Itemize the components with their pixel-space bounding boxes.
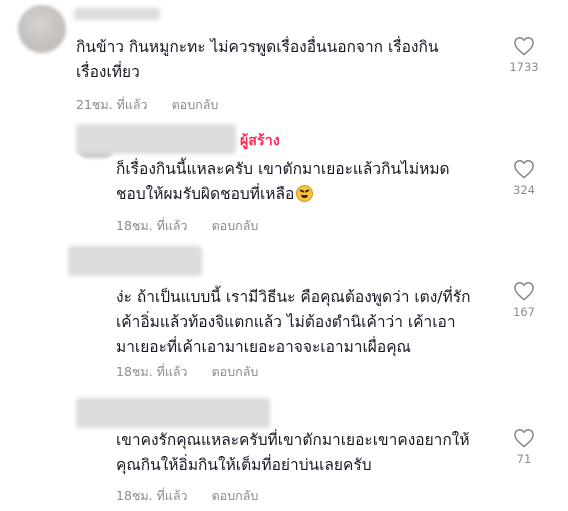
reply-button[interactable]: ตอบกลับ xyxy=(172,95,219,115)
comment-timestamp: 18ชม. ที่แล้ว xyxy=(116,218,188,233)
comment-list: กินข้าว กินหมูกะทะ ไม่ควรพูดเรื่องอื่นนอ… xyxy=(0,0,568,511)
heart-outline-icon xyxy=(514,37,534,56)
like-button[interactable]: 324 xyxy=(504,159,544,197)
reply-button[interactable]: ตอบกลับ xyxy=(212,362,259,382)
like-count: 324 xyxy=(513,183,535,197)
comment-meta: 21ชม. ที่แล้ว ตอบกลับ xyxy=(76,95,218,115)
like-count: 167 xyxy=(513,305,535,319)
avatar[interactable] xyxy=(18,5,66,53)
comment-text: ง่ะ ถ้าเป็นแบบนี้ เรามีวิธีนะ คือคุณต้อง… xyxy=(116,288,471,356)
reply-button[interactable]: ตอบกลับ xyxy=(212,486,259,506)
like-count: 1733 xyxy=(509,60,539,74)
comment-meta: 18ชม. ที่แล้ว ตอบกลับ xyxy=(116,486,258,506)
comment-text: ก็เรื่องกินนี้แหละครับ เขาตักมาเยอะแล้วก… xyxy=(116,157,506,207)
comment-timestamp: 21ชม. ที่แล้ว xyxy=(76,97,148,112)
username-blurred[interactable] xyxy=(76,398,270,428)
username-blurred[interactable] xyxy=(76,124,236,154)
comment-text: กินข้าว กินหมูกะทะ ไม่ควรพูดเรื่องอื่นนอ… xyxy=(76,38,439,81)
comment-timestamp: 18ชม. ที่แล้ว xyxy=(116,488,188,503)
heart-outline-icon xyxy=(514,282,534,301)
comment-item: ผู้สร้าง ก็เรื่องกินนี้แหละครับ เขาตักมา… xyxy=(0,120,568,240)
comment-meta: 18ชม. ที่แล้ว ตอบกลับ xyxy=(116,362,258,382)
comment-meta: 18ชม. ที่แล้ว ตอบกลับ xyxy=(116,216,258,236)
username-blurred[interactable] xyxy=(68,246,202,276)
heart-outline-icon xyxy=(514,429,534,448)
comment-timestamp: 18ชม. ที่แล้ว xyxy=(116,364,188,379)
comment-text: เขาคงรักคุณแหละครับที่เขาตักมาเยอะเขาคงอ… xyxy=(116,431,470,474)
username-blurred[interactable] xyxy=(74,8,160,20)
like-button[interactable]: 1733 xyxy=(504,36,544,74)
comment-text-content: ก็เรื่องกินนี้แหละครับ เขาตักมาเยอะแล้วก… xyxy=(116,160,450,203)
tired-face-emoji xyxy=(296,185,314,202)
comment-item: ง่ะ ถ้าเป็นแบบนี้ เรามีวิธีนะ คือคุณต้อง… xyxy=(0,240,568,390)
comment-item: เขาคงรักคุณแหละครับที่เขาตักมาเยอะเขาคงอ… xyxy=(0,390,568,511)
comment-item: กินข้าว กินหมูกะทะ ไม่ควรพูดเรื่องอื่นนอ… xyxy=(0,0,568,120)
creator-badge: ผู้สร้าง xyxy=(240,133,280,149)
like-count: 71 xyxy=(516,452,532,466)
reply-button[interactable]: ตอบกลับ xyxy=(212,216,259,236)
like-button[interactable]: 167 xyxy=(504,281,544,319)
like-button[interactable]: 71 xyxy=(504,428,544,466)
heart-outline-icon xyxy=(514,160,534,179)
